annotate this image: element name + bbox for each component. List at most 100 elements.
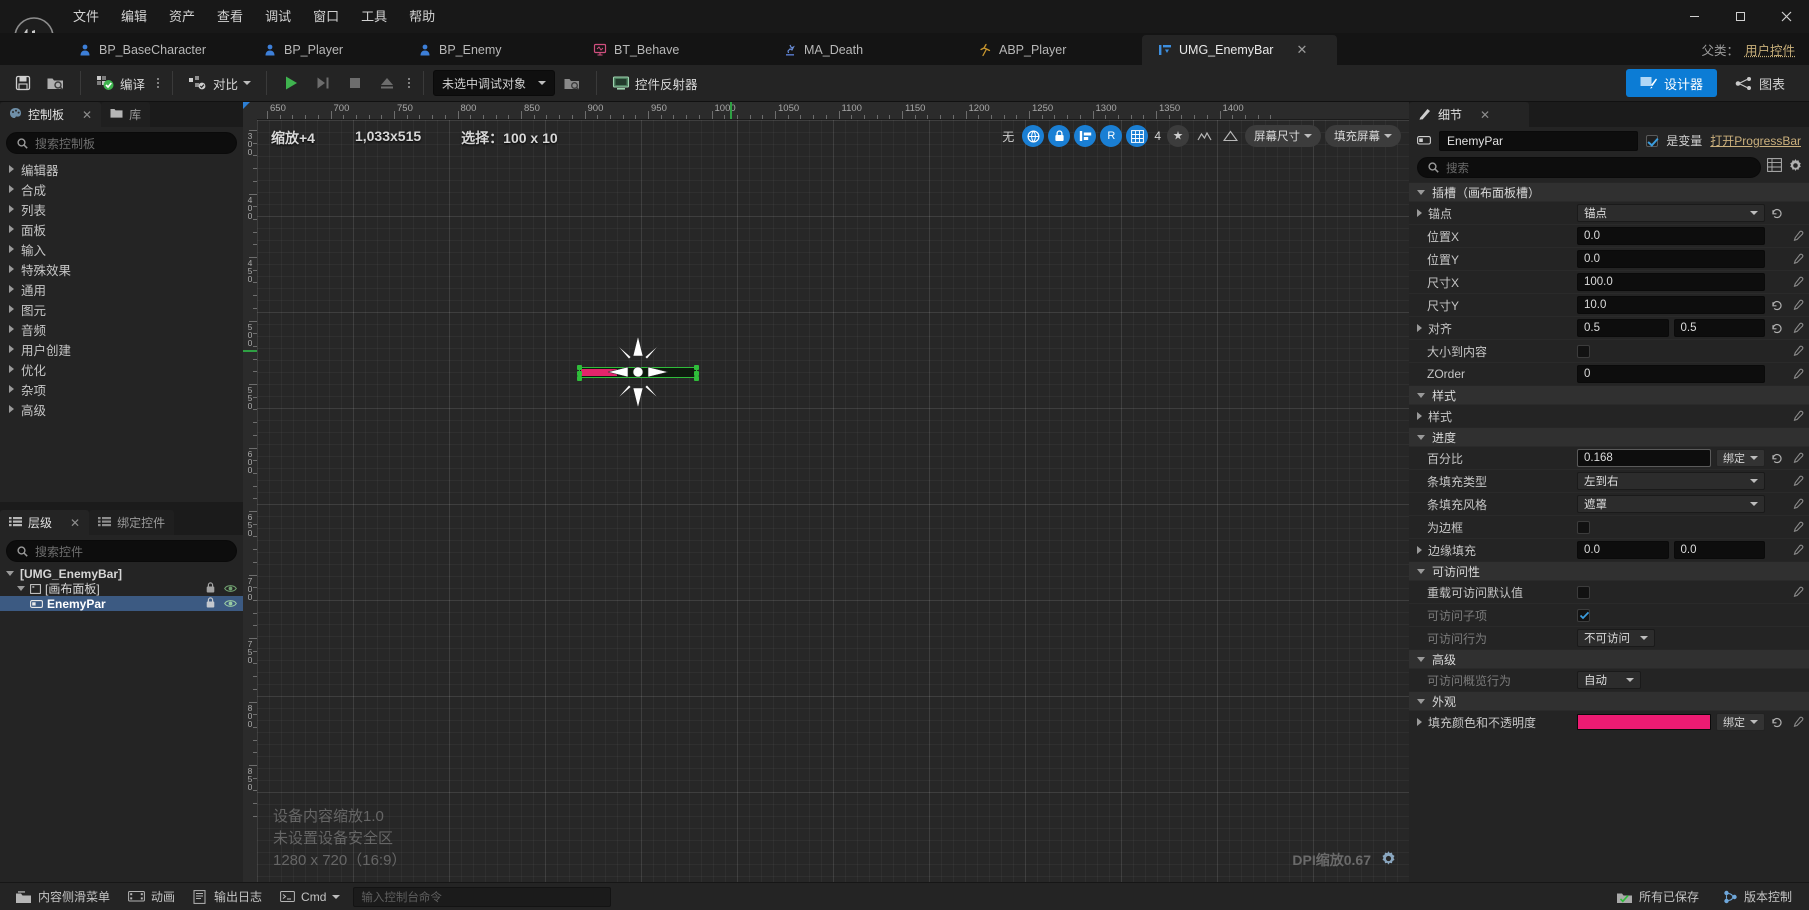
accessible-summary-dropdown[interactable]: 自动 — [1577, 671, 1641, 689]
palette-category-panel[interactable]: 面板 — [0, 219, 243, 239]
menu-item-edit[interactable]: 编辑 — [110, 4, 158, 30]
snap-options-button[interactable] — [1167, 125, 1189, 147]
fill-color-bind-button[interactable]: 绑定 — [1716, 713, 1765, 731]
is-variable-checkbox[interactable] — [1646, 134, 1659, 147]
browse-button[interactable] — [40, 69, 71, 97]
border-padding-y-input[interactable]: 0.0 — [1673, 541, 1765, 559]
section-style[interactable]: 样式 — [1409, 385, 1809, 404]
eyedropper-icon[interactable] — [1789, 475, 1805, 488]
grid-snap-button[interactable] — [1126, 125, 1149, 147]
tab-close-icon[interactable]: ✕ — [1296, 42, 1307, 58]
bar-fill-type-dropdown[interactable]: 左到右 — [1577, 472, 1765, 490]
section-progress[interactable]: 进度 — [1409, 427, 1809, 446]
cmd-dropdown-button[interactable]: Cmd — [271, 886, 349, 908]
size-y-input[interactable]: 10.0 — [1577, 296, 1765, 314]
gear-icon[interactable] — [1380, 850, 1397, 872]
tab-bp-enemy[interactable]: BP_Enemy — [402, 35, 577, 65]
compile-button[interactable]: 编译 — [90, 69, 151, 97]
rotate-tool-button[interactable]: R — [1100, 125, 1123, 147]
widget-canvas[interactable]: 缩放+4 1,033x515 选择：100 x 10 无 R 4 屏幕尺寸 填充… — [257, 120, 1409, 882]
revert-icon[interactable] — [1770, 453, 1784, 464]
align-tool-button[interactable] — [1074, 125, 1097, 147]
designer-mode-button[interactable]: 设计器 — [1625, 69, 1717, 97]
lock-tool-button[interactable] — [1048, 125, 1071, 147]
menu-item-tools[interactable]: 工具 — [350, 4, 398, 30]
tab-ma-death[interactable]: MA_Death — [767, 35, 962, 65]
panel-splitter[interactable] — [0, 502, 243, 510]
palette-category-editor[interactable]: 编辑器 — [0, 159, 243, 179]
tab-hierarchy[interactable]: 层级 ✕ — [0, 510, 90, 535]
tree-item-canvas-panel[interactable]: [画布面板] — [0, 581, 243, 596]
revert-icon[interactable] — [1770, 323, 1784, 334]
palette-category-common[interactable]: 通用 — [0, 279, 243, 299]
palette-category-optimization[interactable]: 优化 — [0, 359, 243, 379]
revert-icon[interactable] — [1770, 300, 1784, 311]
chevron-down-icon[interactable] — [6, 571, 14, 576]
eyedropper-icon[interactable] — [1789, 498, 1805, 511]
debug-browse-button[interactable] — [557, 69, 587, 97]
graph-mode-button[interactable]: 图表 — [1721, 69, 1799, 97]
tab-umg-enemybar[interactable]: UMG_EnemyBar ✕ — [1142, 35, 1337, 65]
details-list-view-button[interactable] — [1767, 158, 1782, 177]
override-accessible-checkbox[interactable] — [1577, 585, 1590, 599]
tree-item-root[interactable]: [UMG_EnemyBar] — [0, 566, 243, 581]
eyedropper-icon[interactable] — [1789, 521, 1805, 534]
position-y-input[interactable]: 0.0 — [1577, 250, 1765, 268]
maximize-button[interactable] — [1717, 0, 1763, 33]
child-accessible-checkbox[interactable] — [1577, 608, 1590, 622]
revert-icon[interactable] — [1770, 208, 1784, 219]
chevron-right-icon[interactable] — [1417, 209, 1422, 217]
palette-category-special-effects[interactable]: 特殊效果 — [0, 259, 243, 279]
anim-tool-button[interactable] — [1193, 125, 1215, 147]
palette-category-compound[interactable]: 合成 — [0, 179, 243, 199]
menu-item-file[interactable]: 文件 — [62, 4, 110, 30]
output-log-button[interactable]: 输出日志 — [184, 886, 271, 908]
resize-handle-tr[interactable] — [694, 365, 699, 370]
tab-library[interactable]: 库 — [101, 102, 151, 127]
details-close-icon[interactable]: ✕ — [1480, 108, 1490, 122]
hierarchy-close-icon[interactable]: ✕ — [70, 516, 80, 530]
open-parent-link[interactable]: 打开ProgressBar — [1710, 132, 1801, 149]
palette-category-input[interactable]: 输入 — [0, 239, 243, 259]
chevron-right-icon[interactable] — [1417, 324, 1422, 332]
zorder-input[interactable]: 0 — [1577, 365, 1765, 383]
content-drawer-button[interactable]: 内容侧滑菜单 — [6, 886, 119, 908]
anchors-dropdown[interactable]: 锚点 — [1577, 204, 1765, 222]
palette-category-primitive[interactable]: 图元 — [0, 299, 243, 319]
console-command-input[interactable]: 输入控制台命令 — [353, 886, 612, 907]
details-search-input[interactable]: 搜索 — [1417, 157, 1761, 178]
palette-category-audio[interactable]: 音频 — [0, 319, 243, 339]
source-control-button[interactable]: 版本控制 — [1714, 886, 1801, 908]
palette-category-list[interactable]: 列表 — [0, 199, 243, 219]
tab-abp-player[interactable]: ABP_Player — [962, 35, 1142, 65]
size-to-content-checkbox[interactable] — [1577, 344, 1590, 358]
palette-category-misc[interactable]: 杂项 — [0, 379, 243, 399]
section-slot[interactable]: 插槽（画布面板槽） — [1409, 182, 1809, 201]
stop-button[interactable] — [340, 69, 370, 97]
palette-category-advanced[interactable]: 高级 — [0, 399, 243, 419]
eyedropper-icon[interactable] — [1789, 716, 1805, 729]
resize-handle-tl[interactable] — [577, 365, 582, 370]
widget-name-input[interactable]: EnemyPar — [1439, 130, 1639, 151]
eject-button[interactable] — [372, 69, 402, 97]
eyedropper-icon[interactable] — [1789, 368, 1805, 381]
step-button[interactable] — [308, 69, 338, 97]
eyedropper-icon[interactable] — [1789, 299, 1805, 312]
eyedropper-icon[interactable] — [1789, 586, 1805, 599]
save-button[interactable] — [8, 69, 38, 97]
screen-size-dropdown[interactable]: 屏幕尺寸 — [1245, 125, 1321, 147]
fill-color-swatch[interactable] — [1577, 714, 1711, 730]
position-x-input[interactable]: 0.0 — [1577, 227, 1765, 245]
tab-details[interactable]: 细节 ✕ — [1409, 102, 1529, 127]
resize-handle-br[interactable] — [694, 376, 699, 381]
section-appearance[interactable]: 外观 — [1409, 691, 1809, 710]
snap-value-label[interactable]: 4 — [1152, 129, 1163, 143]
resize-handle-bl[interactable] — [577, 376, 582, 381]
tab-palette[interactable]: 控制板 ✕ — [0, 102, 102, 127]
resize-handle-r[interactable] — [694, 370, 699, 376]
palette-search-input[interactable]: 搜索控制板 — [6, 132, 237, 154]
minimize-button[interactable] — [1671, 0, 1717, 33]
measure-tool-button[interactable] — [1219, 125, 1241, 147]
widget-reflector-button[interactable]: 控件反射器 — [606, 69, 704, 97]
eye-icon[interactable] — [224, 597, 237, 611]
